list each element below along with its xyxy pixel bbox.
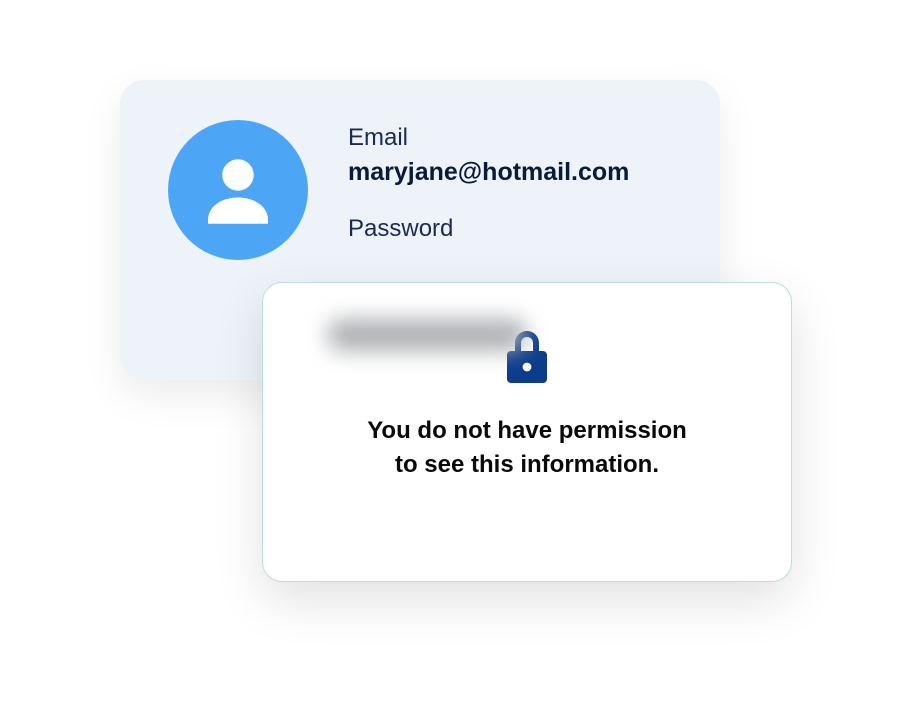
avatar-wrapper <box>168 120 308 260</box>
blur-bar <box>327 319 527 351</box>
email-value: maryjane@hotmail.com <box>348 158 672 187</box>
person-icon <box>193 145 283 235</box>
permission-line-1: You do not have permission <box>367 417 687 444</box>
avatar <box>168 120 308 260</box>
email-field-group: Email maryjane@hotmail.com <box>348 124 672 187</box>
permission-denied-card: You do not have permission to see this i… <box>262 282 792 582</box>
permission-line-2: to see this information. <box>395 451 659 478</box>
email-label: Email <box>348 124 672 152</box>
permission-message: You do not have permission to see this i… <box>367 414 687 481</box>
password-label: Password <box>348 215 672 243</box>
password-field-group: Password <box>348 215 672 243</box>
